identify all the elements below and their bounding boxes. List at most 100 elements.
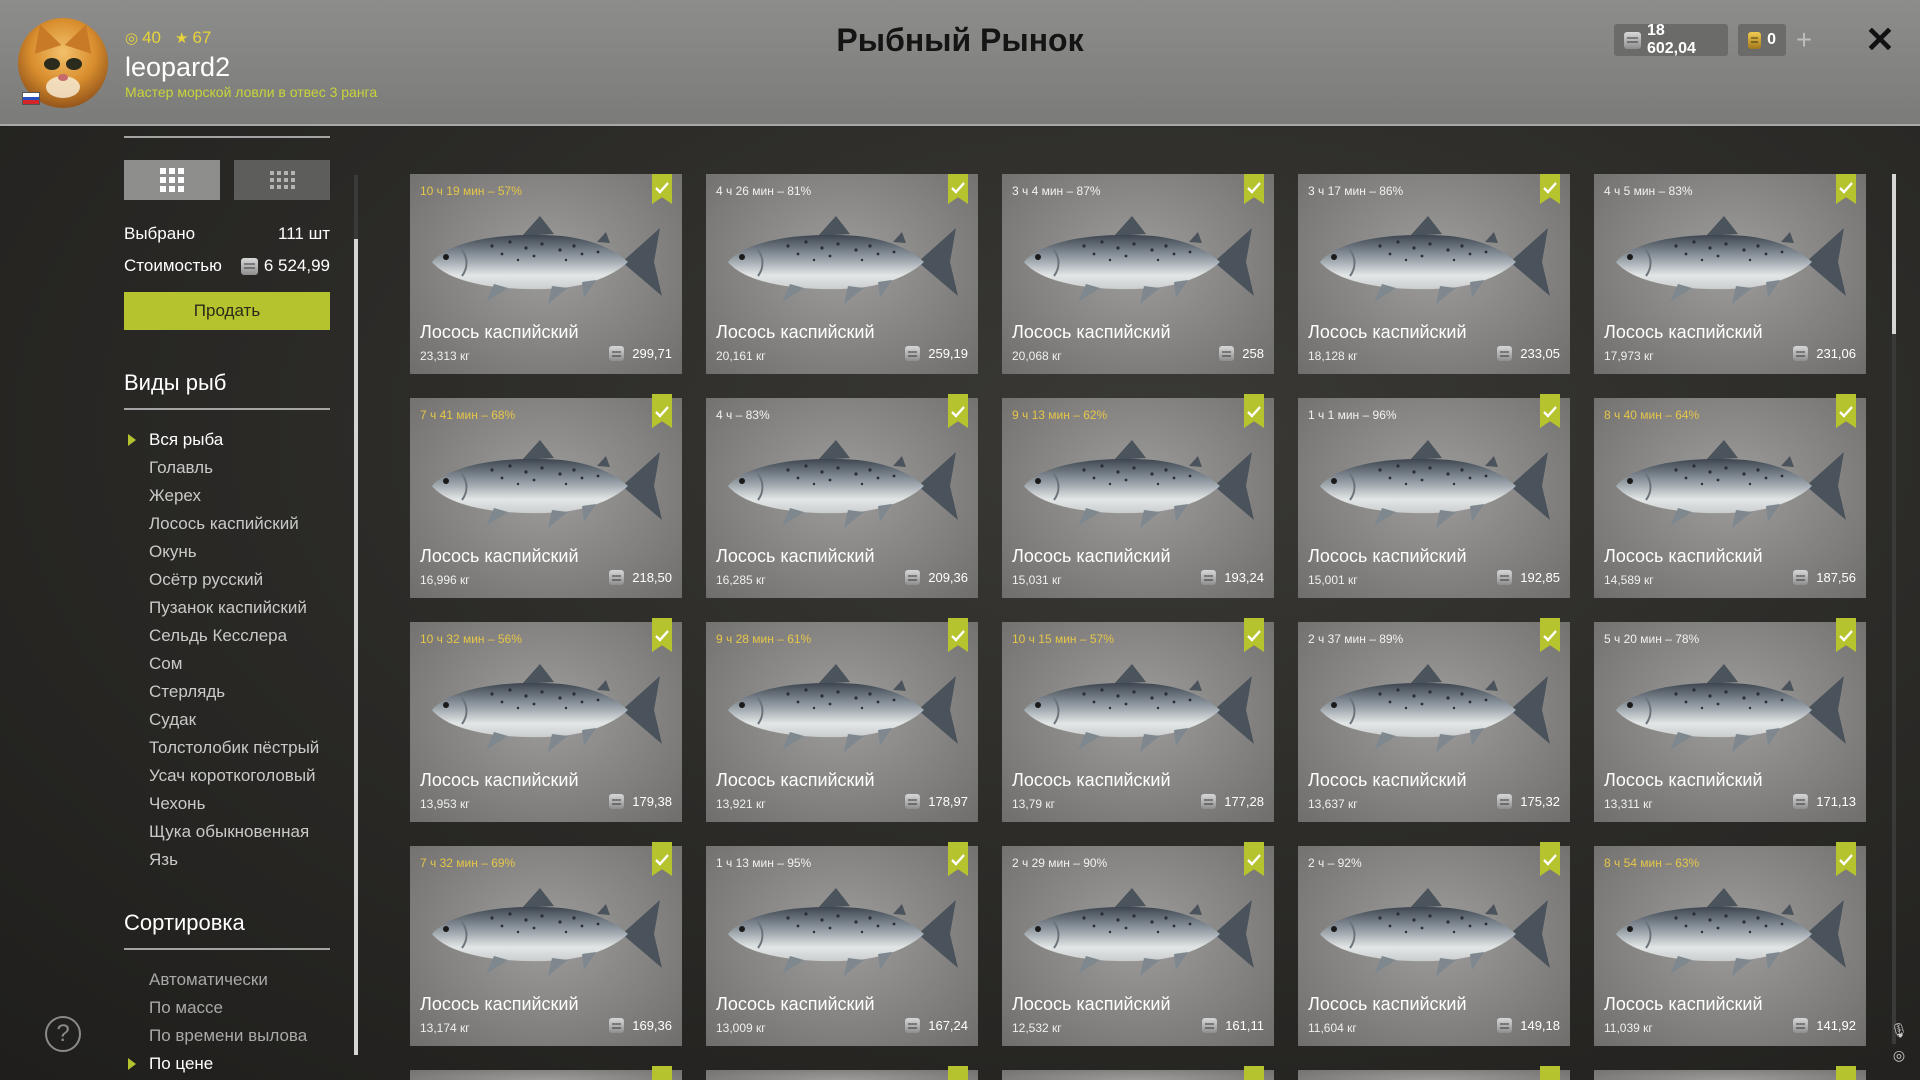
- fish-image: [422, 210, 672, 310]
- species-item[interactable]: Толстолобик пёстрый: [124, 734, 330, 762]
- species-item[interactable]: Вся рыба: [124, 426, 330, 454]
- species-item[interactable]: Судак: [124, 706, 330, 734]
- sort-option[interactable]: По цене: [124, 1050, 330, 1078]
- salmon-icon: [728, 440, 958, 528]
- selected-check-icon[interactable]: [652, 1066, 672, 1080]
- species-item[interactable]: Жерех: [124, 482, 330, 510]
- fish-weight: 13,921 кг: [716, 797, 766, 811]
- fish-card[interactable]: 5 ч 20 мин – 78% Лосось каспийский 13,31…: [1594, 618, 1866, 822]
- salmon-icon: [1320, 440, 1550, 528]
- fish-card[interactable]: 4 ч – 83% Лосось каспийский 16,285 кг 20…: [706, 394, 978, 598]
- fish-price: 141,92: [1793, 1018, 1856, 1033]
- selected-check-icon[interactable]: [652, 618, 672, 652]
- species-item[interactable]: Лосось каспийский: [124, 510, 330, 538]
- fish-card[interactable]: 10 ч 15 мин – 57% Лосось каспийский 13,7…: [1002, 618, 1274, 822]
- selected-check-icon[interactable]: [652, 394, 672, 428]
- selected-check-icon[interactable]: [1540, 842, 1560, 876]
- fish-card[interactable]: [1298, 1066, 1570, 1080]
- sell-button[interactable]: Продать: [124, 292, 330, 330]
- selected-check-icon[interactable]: [948, 174, 968, 204]
- cost-row: Стоимостью 6 524,99: [124, 256, 330, 275]
- scrollbar-thumb[interactable]: [1892, 174, 1896, 334]
- selected-check-icon[interactable]: [1836, 842, 1856, 876]
- species-item[interactable]: Сом: [124, 650, 330, 678]
- silver-coin-icon: [1624, 31, 1641, 49]
- view-toggle: [124, 160, 330, 200]
- fish-card[interactable]: 9 ч 28 мин – 61% Лосось каспийский 13,92…: [706, 618, 978, 822]
- fish-card[interactable]: 10 ч 32 мин – 56% Лосось каспийский 13,9…: [410, 618, 682, 822]
- fish-card[interactable]: 4 ч 26 мин – 81% Лосось каспийский 20,16…: [706, 174, 978, 374]
- sort-list: Автоматически По массе По времени вылова По…: [124, 966, 330, 1078]
- species-item[interactable]: Стерлядь: [124, 678, 330, 706]
- fish-card[interactable]: [706, 1066, 978, 1080]
- fish-card[interactable]: 2 ч – 92% Лосось каспийский 11,604 кг 14…: [1298, 842, 1570, 1046]
- fish-card[interactable]: 3 ч 17 мин – 86% Лосось каспийский 18,12…: [1298, 174, 1570, 374]
- freshness-timer: 4 ч 5 мин – 83%: [1604, 184, 1693, 198]
- filter-scrollbar[interactable]: [354, 175, 358, 1055]
- microphone-icon[interactable]: 🎙: [1890, 1022, 1908, 1039]
- selected-check-icon[interactable]: [1836, 618, 1856, 652]
- selected-check-icon[interactable]: [1836, 394, 1856, 428]
- selected-check-icon[interactable]: [1540, 1066, 1560, 1080]
- sort-option[interactable]: По массе: [124, 994, 330, 1022]
- scrollbar-thumb[interactable]: [354, 239, 358, 1055]
- silver-coin-icon: [1793, 794, 1809, 809]
- fish-image: [1606, 658, 1856, 758]
- selected-check-icon[interactable]: [652, 842, 672, 876]
- fish-card[interactable]: 7 ч 32 мин – 69% Лосось каспийский 13,17…: [410, 842, 682, 1046]
- selected-check-icon[interactable]: [1540, 174, 1560, 204]
- selected-check-icon[interactable]: [1540, 394, 1560, 428]
- fish-weight: 23,313 кг: [420, 349, 470, 363]
- species-list: Вся рыба Голавль Жерех Лосось каспийский Оку…: [124, 426, 330, 874]
- fish-card[interactable]: 9 ч 13 мин – 62% Лосось каспийский 15,03…: [1002, 394, 1274, 598]
- silver-coin-icon: [609, 570, 625, 585]
- species-item[interactable]: Щука обыкновенная: [124, 818, 330, 846]
- species-item[interactable]: Голавль: [124, 454, 330, 482]
- view-small-grid-button[interactable]: [234, 160, 330, 200]
- sort-option[interactable]: По времени вылова: [124, 1022, 330, 1050]
- fish-card[interactable]: 10 ч 19 мин – 57% Лосось каспийский 23,3…: [410, 174, 682, 374]
- fish-image: [1310, 210, 1560, 310]
- fish-card[interactable]: [410, 1066, 682, 1080]
- close-button[interactable]: ✕: [1862, 19, 1898, 60]
- species-item[interactable]: Окунь: [124, 538, 330, 566]
- species-item[interactable]: Осётр русский: [124, 566, 330, 594]
- fish-card[interactable]: 2 ч 29 мин – 90% Лосось каспийский 12,53…: [1002, 842, 1274, 1046]
- species-item[interactable]: Усач короткоголовый: [124, 762, 330, 790]
- species-item[interactable]: Сельдь Кесслера: [124, 622, 330, 650]
- selected-check-icon[interactable]: [948, 394, 968, 428]
- selected-check-icon[interactable]: [1836, 1066, 1856, 1080]
- grid-scrollbar[interactable]: [1892, 174, 1896, 1044]
- selected-check-icon[interactable]: [1244, 618, 1264, 652]
- selected-check-icon[interactable]: [1244, 174, 1264, 204]
- selected-check-icon[interactable]: [948, 618, 968, 652]
- species-item[interactable]: Чехонь: [124, 790, 330, 818]
- selected-check-icon[interactable]: [1836, 174, 1856, 204]
- fish-card[interactable]: 4 ч 5 мин – 83% Лосось каспийский 17,973…: [1594, 174, 1866, 374]
- sort-option[interactable]: Автоматически: [124, 966, 330, 994]
- selected-check-icon[interactable]: [652, 174, 672, 204]
- fish-weight: 20,068 кг: [1012, 349, 1062, 363]
- fish-weight: 13,009 кг: [716, 1021, 766, 1035]
- fish-card[interactable]: [1002, 1066, 1274, 1080]
- fish-card[interactable]: 2 ч 37 мин – 89% Лосось каспийский 13,63…: [1298, 618, 1570, 822]
- help-button[interactable]: ?: [45, 1016, 81, 1052]
- fish-card[interactable]: 1 ч 1 мин – 96% Лосось каспийский 15,001…: [1298, 394, 1570, 598]
- selected-check-icon[interactable]: [1244, 1066, 1264, 1080]
- species-item[interactable]: Пузанок каспийский: [124, 594, 330, 622]
- selected-check-icon[interactable]: [1540, 618, 1560, 652]
- selected-check-icon[interactable]: [948, 1066, 968, 1080]
- fish-card[interactable]: 1 ч 13 мин – 95% Лосось каспийский 13,00…: [706, 842, 978, 1046]
- fish-card[interactable]: 3 ч 4 мин – 87% Лосось каспийский 20,068…: [1002, 174, 1274, 374]
- fish-card[interactable]: 7 ч 41 мин – 68% Лосось каспийский 16,99…: [410, 394, 682, 598]
- fish-card[interactable]: [1594, 1066, 1866, 1080]
- species-item[interactable]: Язь: [124, 846, 330, 874]
- settings-icon[interactable]: ◎: [1893, 1047, 1905, 1064]
- fish-card[interactable]: 8 ч 40 мин – 64% Лосось каспийский 14,58…: [1594, 394, 1866, 598]
- view-large-grid-button[interactable]: [124, 160, 220, 200]
- selected-check-icon[interactable]: [1244, 842, 1264, 876]
- selected-check-icon[interactable]: [1244, 394, 1264, 428]
- add-gold-button[interactable]: +: [1790, 24, 1818, 56]
- fish-card[interactable]: 8 ч 54 мин – 63% Лосось каспийский 11,03…: [1594, 842, 1866, 1046]
- selected-check-icon[interactable]: [948, 842, 968, 876]
